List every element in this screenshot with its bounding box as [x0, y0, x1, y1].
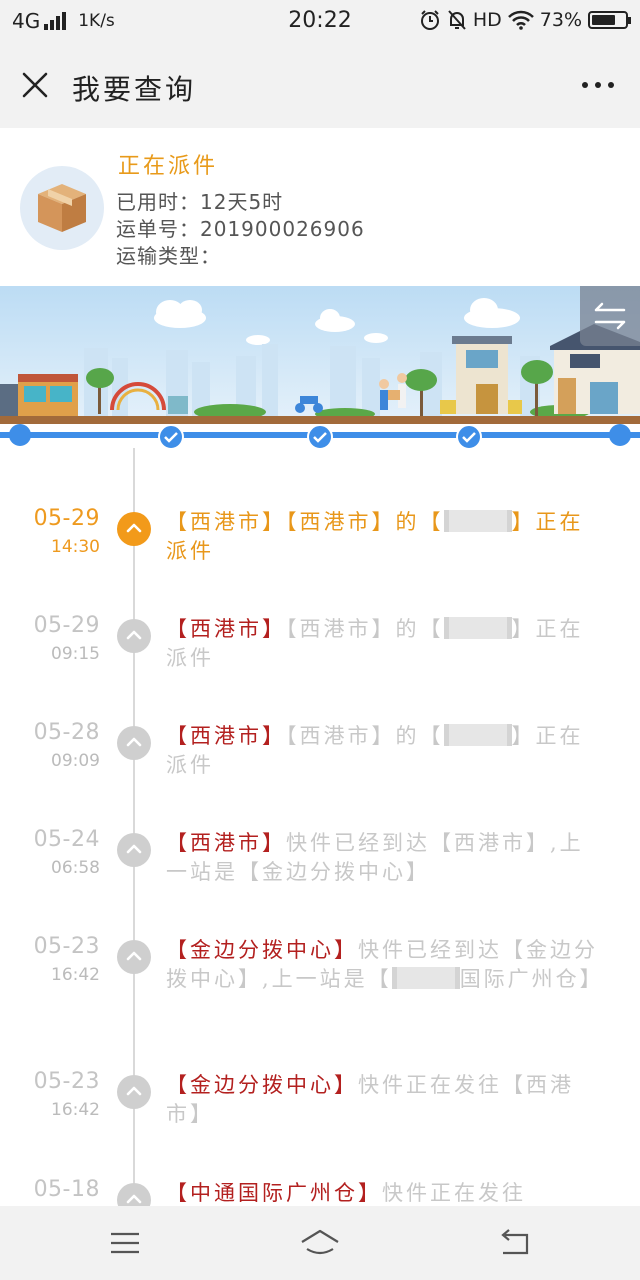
hd-indicator: HD [472, 9, 502, 31]
event-location: 【西港市】 [166, 617, 286, 641]
event-date: 05-28 [33, 720, 100, 745]
battery-percent: 73% [539, 9, 582, 31]
event-text: 快件正在发往 [382, 1181, 526, 1205]
street-scene-illustration [0, 286, 640, 450]
system-nav-bar [0, 1206, 640, 1280]
chevron-up-icon [117, 1183, 151, 1208]
status-bar: 4G 1K/s 20:22 HD 73% [0, 0, 640, 44]
event-text: 国际广州仓】 [459, 967, 604, 991]
event-date: 05-23 [33, 1069, 100, 1094]
waybill-number: 运单号：201900026906 [116, 213, 365, 242]
progress-check-icon [456, 424, 482, 450]
nav-bar: 我要查询 [0, 44, 640, 128]
event-text: 【西港市】的【 [286, 617, 444, 641]
wifi-icon [507, 10, 534, 30]
menu-icon[interactable] [105, 1226, 145, 1260]
swap-direction-button[interactable] [580, 286, 640, 346]
battery-fill [592, 15, 616, 25]
redacted-block [443, 617, 512, 639]
chevron-up-icon [117, 726, 151, 760]
event-location: 【西港市】 [166, 831, 286, 855]
swap-arrows-icon [594, 302, 626, 330]
chevron-up-icon [117, 940, 151, 974]
event-description: 【金边分拨中心】快件正在发往【西港市】 [166, 1071, 606, 1129]
event-location: 【中通国际广州仓】 [166, 1181, 382, 1205]
delivery-progress-banner [0, 286, 640, 450]
event-time: 09:15 [51, 644, 100, 664]
elapsed-time: 已用时：12天5时 [116, 186, 283, 215]
mute-bell-icon [448, 10, 466, 30]
event-description: 【西港市】【西港市】的【 】正在派件 [166, 508, 606, 566]
chevron-up-icon [117, 512, 151, 546]
event-time: 14:30 [51, 537, 100, 557]
event-description: 【西港市】【西港市】的【 】正在派件 [166, 722, 606, 780]
alarm-icon [420, 10, 439, 30]
battery-icon [588, 11, 631, 29]
event-description: 【金边分拨中心】快件已经到达【金边分拨中心】,上一站是【 国际广州仓】 [166, 936, 606, 994]
tracking-timeline: 05-29 14:30 【西港市】【西港市】的【 】正在派件 05-29 09:15 【西港… [0, 448, 640, 1208]
transport-type: 运输类型： [116, 240, 221, 269]
status-right: HD 73% [419, 9, 631, 31]
more-options-icon[interactable] [582, 82, 614, 88]
event-description: 【西港市】【西港市】的【 】正在派件 [166, 615, 606, 673]
event-text: 【西港市】【西港市】的【 [166, 510, 444, 534]
event-date: 05-18 [33, 1177, 100, 1202]
waybill-label: 运单号： [116, 217, 200, 241]
event-location: 【金边分拨中心】 [166, 1073, 358, 1097]
event-time: 06:58 [51, 858, 100, 878]
waybill-value: 201900026906 [200, 217, 365, 241]
back-icon[interactable] [495, 1226, 535, 1260]
event-date: 05-29 [33, 613, 100, 638]
event-description: 【中通国际广州仓】快件正在发往 [166, 1179, 606, 1208]
delivery-status: 正在派件 [118, 154, 219, 179]
event-date: 05-24 [33, 827, 100, 852]
redacted-block [391, 967, 460, 989]
package-icon [20, 166, 104, 250]
chevron-up-icon [117, 619, 151, 653]
event-time: 09:09 [51, 751, 100, 771]
event-location: 【西港市】 [166, 724, 286, 748]
event-date: 05-29 [33, 506, 100, 531]
event-time: 16:42 [51, 1100, 100, 1120]
progress-check-icon [307, 424, 333, 450]
event-location: 【金边分拨中心】 [166, 938, 358, 962]
shipment-summary: 正在派件 已用时：12天5时 运单号：201900026906 运输类型： [0, 128, 640, 286]
page-title: 我要查询 [72, 73, 197, 106]
home-icon[interactable] [298, 1226, 342, 1260]
chevron-up-icon [117, 1075, 151, 1109]
elapsed-value: 12天5时 [200, 190, 284, 214]
chevron-up-icon [117, 833, 151, 867]
redacted-block [443, 724, 512, 746]
event-date: 05-23 [33, 934, 100, 959]
elapsed-label: 已用时： [116, 190, 200, 214]
transport-label: 运输类型： [116, 244, 221, 268]
event-text: 【西港市】的【 [286, 724, 444, 748]
event-description: 【西港市】快件已经到达【西港市】,上一站是【金边分拨中心】 [166, 829, 606, 887]
event-time: 16:42 [51, 965, 100, 985]
close-icon[interactable] [18, 68, 52, 102]
redacted-block [443, 510, 512, 532]
progress-check-icon [158, 424, 184, 450]
